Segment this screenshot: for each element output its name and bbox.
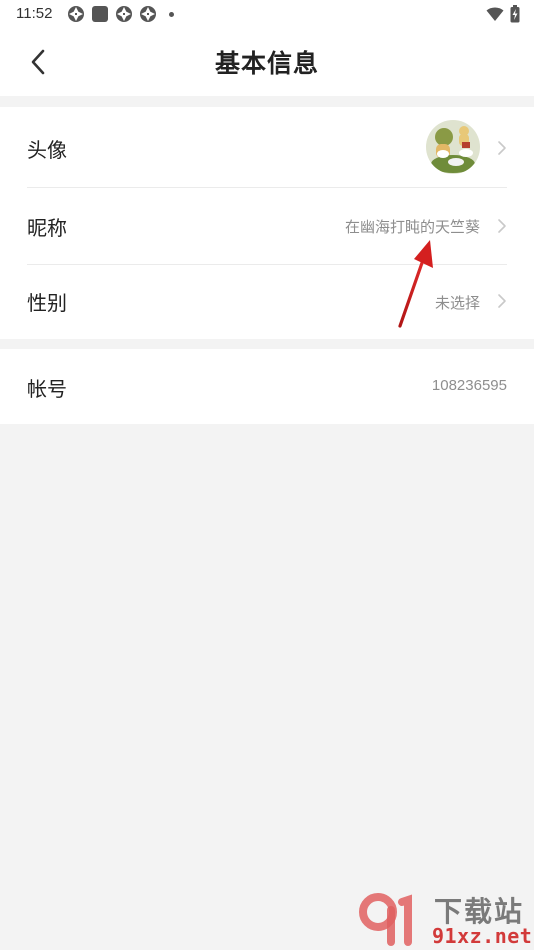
- aperture-icon: [116, 6, 132, 22]
- watermark: 下载站 91xz.net: [356, 888, 532, 948]
- status-time: 11:52: [16, 5, 53, 22]
- account-group: 帐号 108236595: [0, 349, 534, 424]
- watermark-domain: 91xz.net: [432, 924, 533, 948]
- page-title: 基本信息: [214, 50, 319, 78]
- account-value: 108236595: [431, 377, 507, 394]
- chevron-right-icon: [498, 219, 506, 233]
- avatar: [426, 120, 480, 174]
- chevron-right-icon: [498, 141, 506, 155]
- dot-icon: [169, 11, 174, 17]
- app-header: 基本信息: [0, 28, 534, 96]
- status-system-icons: [486, 5, 520, 23]
- aperture-icon: [140, 6, 156, 22]
- avatar-row[interactable]: 头像: [0, 107, 534, 187]
- nickname-row[interactable]: 昵称 在幽海打盹的天竺葵: [0, 188, 534, 264]
- account-row: 帐号 108236595: [0, 349, 534, 424]
- aperture-icon: [68, 6, 84, 22]
- nickname-value: 在幽海打盹的天竺葵: [344, 219, 480, 236]
- wifi-icon: [486, 7, 504, 21]
- chevron-right-icon: [498, 294, 506, 308]
- status-bar: 11:52: [0, 0, 534, 28]
- avatar-label: 头像: [27, 140, 67, 162]
- status-notification-icons: [67, 5, 174, 23]
- gender-value: 未选择: [434, 295, 480, 312]
- account-label: 帐号: [27, 379, 67, 401]
- logo-91-icon: [359, 893, 412, 946]
- nickname-label: 昵称: [27, 218, 67, 240]
- gender-label: 性别: [27, 293, 67, 315]
- battery-charging-icon: [510, 5, 520, 23]
- profile-settings-group: 头像 昵称 在幽海打盹的天竺葵 性别 未选择: [0, 107, 534, 339]
- gender-row[interactable]: 性别 未选择: [0, 265, 534, 339]
- square-app-icon: [92, 6, 108, 22]
